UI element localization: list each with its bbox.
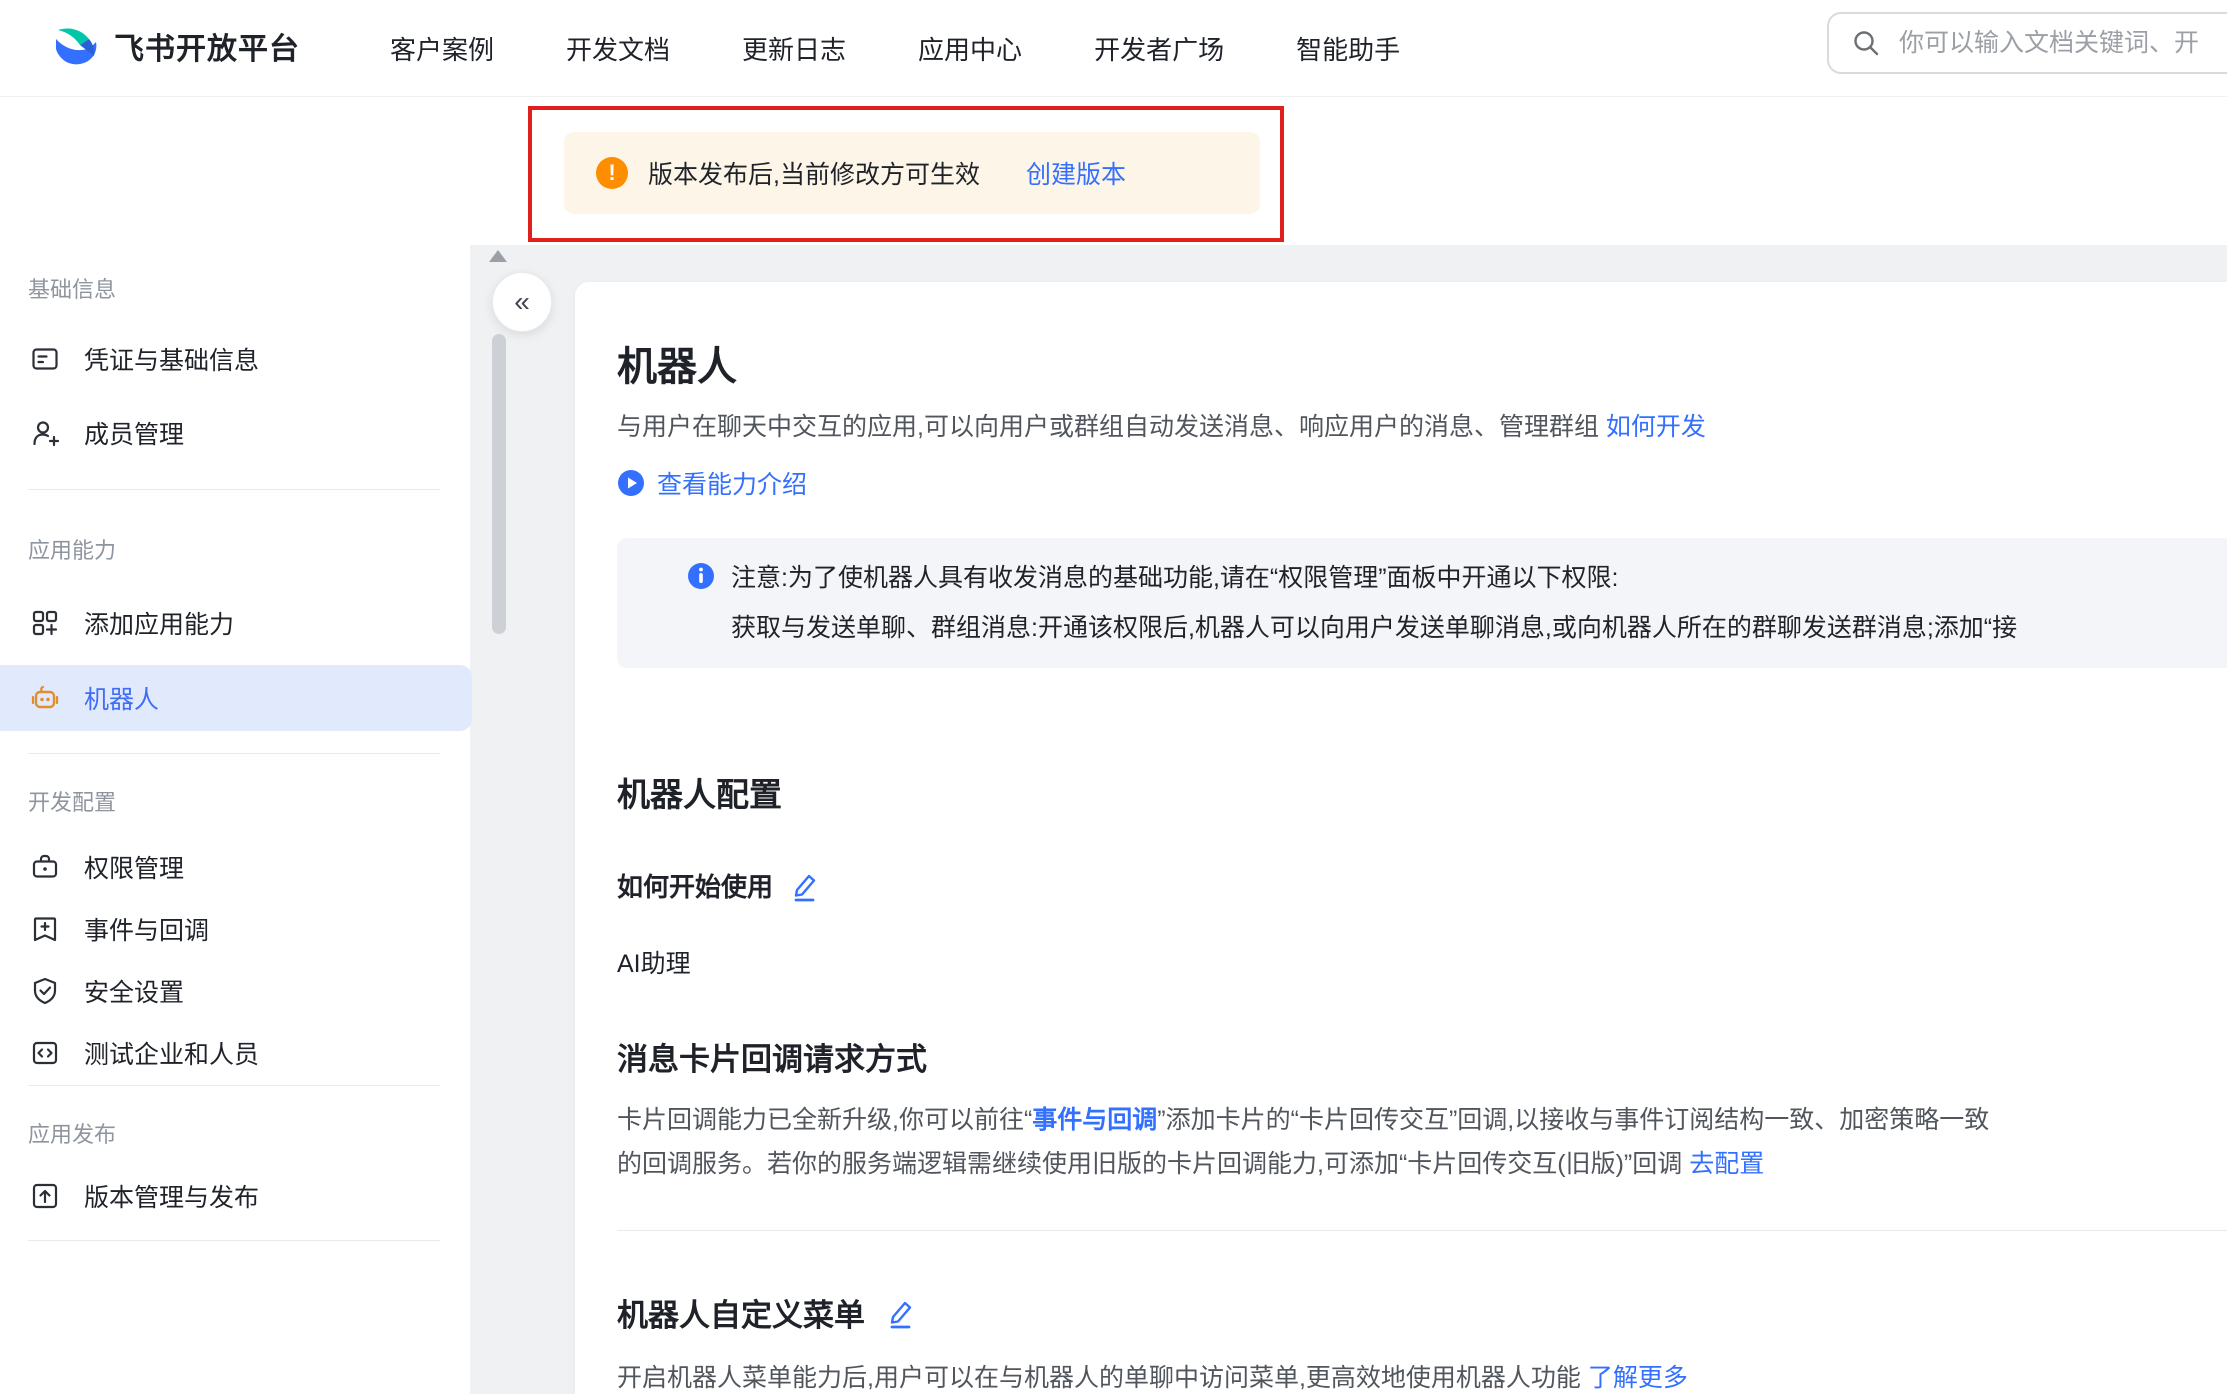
briefcase-icon (30, 852, 60, 882)
doc-search-box[interactable] (1827, 12, 2227, 74)
callback-text: 卡片回调能力已全新升级,你可以前往“ (617, 1106, 1032, 1134)
nav-item-ai-assistant[interactable]: 智能助手 (1296, 30, 1400, 67)
sidebar-item-security[interactable]: 安全设置 (0, 965, 470, 1017)
custom-menu-text: 开启机器人菜单能力后,用户可以在与机器人的单聊中访问菜单,更高效地使用机器人功能 (617, 1364, 1588, 1392)
scroll-up-arrow[interactable] (489, 250, 507, 262)
bot-config-title: 机器人配置 (617, 768, 782, 816)
grid-add-icon (30, 608, 60, 638)
edit-pencil-icon[interactable] (789, 870, 819, 902)
how-to-develop-link[interactable]: 如何开发 (1606, 413, 1706, 441)
platform-logo[interactable]: 飞书开放平台 (52, 22, 300, 70)
sidebar-item-label: 安全设置 (84, 973, 184, 1009)
play-icon (617, 469, 645, 497)
bot-settings-card (575, 282, 2227, 1394)
platform-logo-text: 飞书开放平台 (114, 24, 300, 68)
id-card-icon (30, 344, 60, 374)
scrollbar-thumb[interactable] (492, 334, 506, 634)
info-icon (687, 562, 715, 590)
edit-pencil-icon[interactable] (885, 1297, 915, 1329)
banner-message: 版本发布后,当前修改方可生效 (648, 155, 980, 191)
search-icon (1851, 28, 1881, 58)
sidebar: 基础信息 凭证与基础信息 成员管理 应用能力 添加应用能力 机器人 开发配置 权… (0, 245, 470, 1394)
capability-intro-row[interactable]: 查看能力介绍 (617, 465, 807, 501)
sidebar-item-label: 机器人 (84, 680, 159, 716)
sidebar-section-release: 应用发布 (28, 1117, 116, 1149)
notice-line-1: 注意:为了使机器人具有收发消息的基础功能,请在“权限管理”面板中开通以下权限: (731, 558, 2227, 598)
card-callback-title: 消息卡片回调请求方式 (617, 1034, 927, 1079)
search-input[interactable] (1897, 28, 2227, 59)
sidebar-item-test-company[interactable]: 测试企业和人员 (0, 1027, 470, 1079)
nav-item-changelog[interactable]: 更新日志 (742, 30, 846, 67)
create-version-link[interactable]: 创建版本 (1026, 155, 1126, 191)
publish-icon (30, 1181, 60, 1211)
shield-check-icon (30, 976, 60, 1006)
top-navbar: 飞书开放平台 客户案例 开发文档 更新日志 应用中心 开发者广场 智能助手 (0, 0, 2227, 97)
sidebar-item-version-release[interactable]: 版本管理与发布 (0, 1170, 470, 1222)
callback-text: ”添加卡片的“卡片回传交互”回调,以接收与事件订阅结构一致、加密策略一致 (1157, 1106, 1989, 1134)
sidebar-collapse-button[interactable]: « (492, 272, 552, 332)
bot-description-text: 与用户在聊天中交互的应用,可以向用户或群组自动发送消息、响应用户的消息、管理群组 (617, 413, 1606, 441)
sidebar-section-capabilities: 应用能力 (28, 533, 116, 565)
notice-line-2: 获取与发送单聊、群组消息:开通该权限后,机器人可以向用户发送单聊消息,或向机器人… (731, 608, 2227, 648)
section-divider (617, 1230, 2227, 1231)
sidebar-divider (28, 1085, 440, 1086)
sidebar-item-members[interactable]: 成员管理 (0, 407, 470, 459)
sidebar-item-label: 成员管理 (84, 415, 184, 451)
custom-menu-description: 开启机器人菜单能力后,用户可以在与机器人的单聊中访问菜单,更高效地使用机器人功能… (617, 1358, 1688, 1394)
sidebar-section-basic-info: 基础信息 (28, 272, 116, 304)
user-add-icon (30, 418, 60, 448)
robot-icon (30, 683, 60, 713)
nav-item-dev-plaza[interactable]: 开发者广场 (1094, 30, 1224, 67)
page-title: 机器人 (617, 334, 737, 392)
nav-item-cases[interactable]: 客户案例 (390, 30, 494, 67)
custom-menu-title: 机器人自定义菜单 (617, 1290, 865, 1335)
card-callback-line-2: 的回调服务。若你的服务端逻辑需继续使用旧版的卡片回调能力,可添加“卡片回传交互(… (617, 1144, 1764, 1180)
ai-assistant-label: AI助理 (617, 944, 691, 980)
version-banner: ! 版本发布后,当前修改方可生效 创建版本 (564, 132, 1260, 214)
sidebar-item-credentials[interactable]: 凭证与基础信息 (0, 333, 470, 385)
sidebar-item-events-callbacks[interactable]: 事件与回调 (0, 903, 470, 955)
sidebar-item-label: 测试企业和人员 (84, 1035, 259, 1071)
feishu-logo-icon (52, 22, 100, 70)
sidebar-item-label: 凭证与基础信息 (84, 341, 259, 377)
nav-menu: 客户案例 开发文档 更新日志 应用中心 开发者广场 智能助手 (390, 0, 1400, 96)
go-configure-link[interactable]: 去配置 (1689, 1150, 1764, 1178)
sidebar-divider (28, 1240, 440, 1241)
nav-item-docs[interactable]: 开发文档 (566, 30, 670, 67)
bot-description: 与用户在聊天中交互的应用,可以向用户或群组自动发送消息、响应用户的消息、管理群组… (617, 407, 1706, 443)
permission-notice-box: 注意:为了使机器人具有收发消息的基础功能,请在“权限管理”面板中开通以下权限: … (617, 538, 2227, 668)
events-callbacks-link[interactable]: 事件与回调 (1032, 1106, 1157, 1134)
nav-item-app-center[interactable]: 应用中心 (918, 30, 1022, 67)
sidebar-item-permissions[interactable]: 权限管理 (0, 841, 470, 893)
capability-intro-link[interactable]: 查看能力介绍 (657, 465, 807, 501)
custom-menu-title-row: 机器人自定义菜单 (617, 1290, 915, 1335)
learn-more-link[interactable]: 了解更多 (1588, 1364, 1688, 1392)
sidebar-item-label: 添加应用能力 (84, 605, 234, 641)
sidebar-item-label: 权限管理 (84, 849, 184, 885)
sidebar-item-add-capability[interactable]: 添加应用能力 (0, 597, 470, 649)
warning-icon: ! (596, 157, 628, 189)
how-to-start-row: 如何开始使用 (617, 867, 819, 904)
sidebar-section-dev-config: 开发配置 (28, 785, 116, 817)
sidebar-divider (28, 489, 440, 490)
how-to-start-label: 如何开始使用 (617, 867, 773, 904)
sidebar-item-label: 事件与回调 (84, 911, 209, 947)
sidebar-item-label: 版本管理与发布 (84, 1178, 259, 1214)
event-callback-icon (30, 914, 60, 944)
code-box-icon (30, 1038, 60, 1068)
sidebar-item-bot[interactable]: 机器人 (0, 665, 472, 731)
card-callback-line-1: 卡片回调能力已全新升级,你可以前往“事件与回调”添加卡片的“卡片回传交互”回调,… (617, 1100, 1989, 1136)
callback-text: 的回调服务。若你的服务端逻辑需继续使用旧版的卡片回调能力,可添加“卡片回传交互(… (617, 1150, 1689, 1178)
sidebar-divider (28, 753, 440, 754)
